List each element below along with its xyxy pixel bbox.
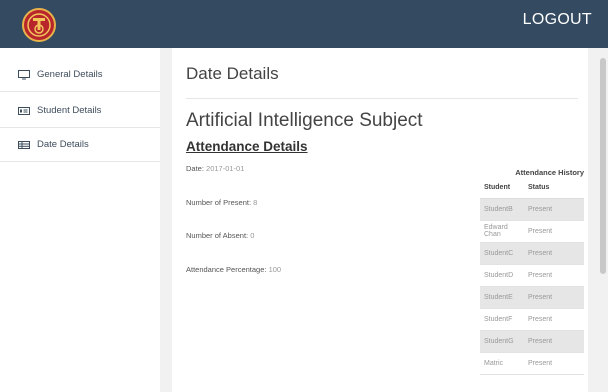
attendance-percentage-field: Attendance Percentage: 100 [186,265,281,274]
date-label: Date: [186,164,204,173]
table-row: StudentG Present [480,330,584,353]
attendance-history-title: Attendance History [515,168,584,177]
monitor-icon [18,69,30,80]
date-value: 2017-01-01 [206,164,245,173]
student-card-icon [18,106,30,116]
student-cell: StudentB [480,198,524,221]
divider [186,98,578,99]
logout-button[interactable]: LOGOUT [523,11,592,29]
status-cell: Present [524,286,584,309]
column-header-student: Student [480,178,524,199]
status-cell: Present [524,198,584,221]
attendance-history-table: Student Status StudentB Present Edward C… [480,178,584,375]
student-cell: StudentD [480,264,524,287]
sidebar-item-label: General Details [37,69,103,80]
student-cell: StudentC [480,242,524,265]
sidebar-item-label: Student Details [37,105,102,116]
scrollbar-thumb[interactable] [600,58,606,274]
vertical-scrollbar[interactable] [598,48,608,392]
absent-count-label: Number of Absent: [186,231,249,240]
table-row: Matric Present [480,352,584,375]
sidebar-item-label: Date Details [37,139,89,150]
present-count-field: Number of Present: 8 [186,198,257,207]
page-title: Date Details [186,64,279,83]
table-row: StudentD Present [480,264,584,287]
attendance-percentage-label: Attendance Percentage: [186,265,267,274]
column-header-status: Status [524,178,584,199]
subject-title: Artificial Intelligence Subject [186,110,423,131]
attendance-percentage-value: 100 [268,265,282,274]
table-row: StudentC Present [480,242,584,265]
status-cell: Present [524,308,584,331]
present-count-label: Number of Present: [186,198,252,207]
sidebar-item-general-details[interactable]: General Details [0,58,160,92]
student-cell: StudentE [480,286,524,309]
student-cell: Matric [480,352,524,375]
status-cell: Present [524,242,584,265]
status-cell: Present [524,352,584,375]
absent-count-field: Number of Absent: 0 [186,231,254,240]
sidebar: General Details Student Details Date Det… [0,48,160,392]
status-cell: Present [524,330,584,353]
attendance-details-heading[interactable]: Attendance Details [186,139,308,154]
status-cell: Present [524,264,584,287]
status-cell: Present [524,220,584,243]
table-row: StudentF Present [480,308,584,331]
student-cell: StudentF [480,308,524,331]
table-row: StudentE Present [480,286,584,309]
table-row: Edward Chan Present [480,220,584,243]
present-count-value: 8 [253,198,258,207]
sidebar-item-student-details[interactable]: Student Details [0,94,160,128]
student-cell: StudentG [480,330,524,353]
top-navbar: LOGOUT [0,0,608,48]
table-header-row: Student Status [480,178,584,199]
university-logo[interactable] [22,8,56,42]
table-row: StudentB Present [480,198,584,221]
table-icon [18,140,30,150]
absent-count-value: 0 [250,231,255,240]
sidebar-item-date-details[interactable]: Date Details [0,128,160,162]
date-field: Date: 2017-01-01 [186,164,244,173]
student-cell: Edward Chan [480,220,524,243]
logo-emblem-icon [27,13,51,37]
